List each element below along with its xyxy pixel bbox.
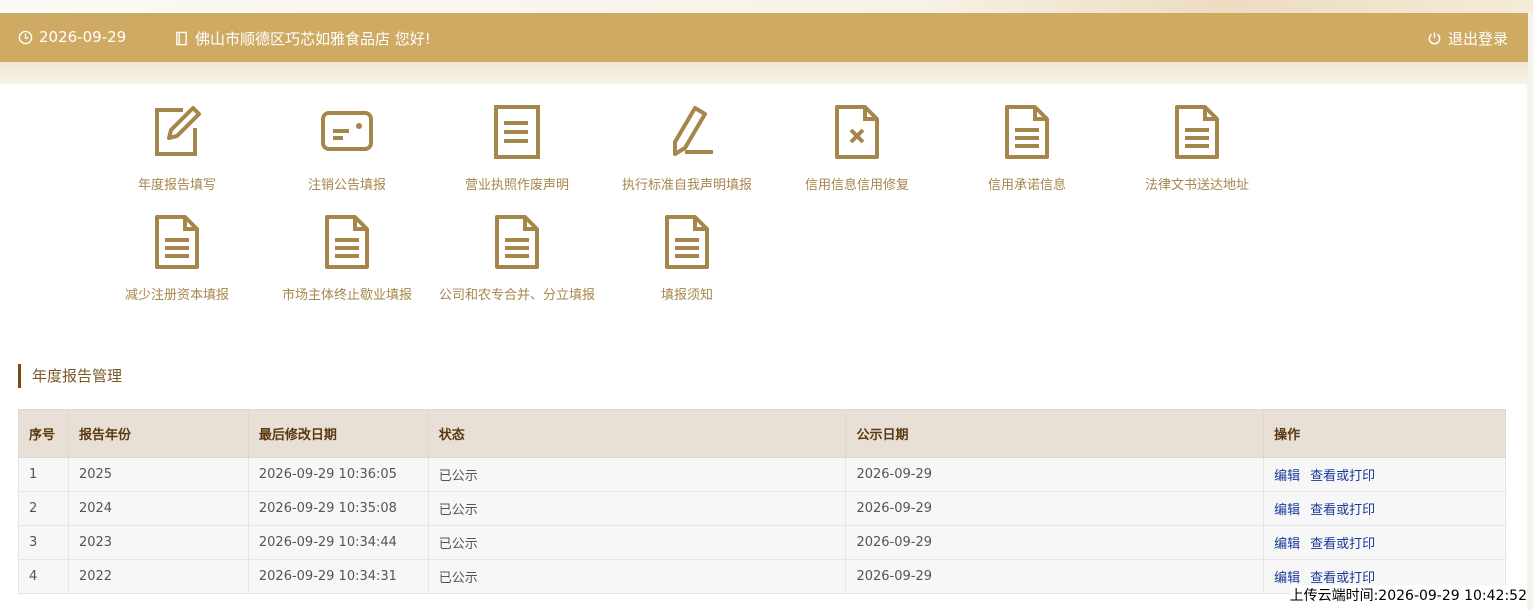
edit-link[interactable]: 编辑 [1274, 469, 1300, 484]
cell-index: 2 [18, 491, 69, 526]
cell-actions: 编辑 查看或打印 [1263, 491, 1506, 526]
view-print-link[interactable]: 查看或打印 [1310, 571, 1375, 586]
cell-status: 已公示 [427, 491, 847, 526]
header-greeting: 佛山市顺德区巧芯如雅食品店 您好! [174, 28, 431, 49]
view-print-link[interactable]: 查看或打印 [1310, 469, 1375, 484]
cell-year: 2022 [67, 559, 249, 594]
col-header-actions: 操作 [1263, 409, 1506, 458]
tile-label: 信用承诺信息 [987, 178, 1066, 193]
main-panel: 年度报告填写 注销公告填报 营业执照作废声明 执行标准自我声明填报 信用信息信用… [0, 84, 1527, 610]
document-icon [489, 214, 545, 270]
tile-label: 执行标准自我声明填报 [621, 178, 752, 193]
cell-modified: 2026-09-29 10:34:44 [247, 525, 429, 560]
tile-label: 填报须知 [660, 288, 713, 303]
tile-termination[interactable]: 市场主体终止歇业填报 [262, 214, 432, 314]
document-icon [149, 214, 205, 270]
cell-publish-date: 2026-09-29 [845, 457, 1265, 492]
cell-modified: 2026-09-29 10:36:05 [247, 457, 429, 492]
tile-label: 营业执照作废声明 [464, 178, 569, 193]
tile-label: 市场主体终止歇业填报 [281, 288, 412, 303]
top-decoration [0, 0, 1533, 13]
clock-icon [18, 30, 33, 44]
cell-actions: 编辑 查看或打印 [1263, 457, 1506, 492]
table-header-row: 序号 报告年份 最后修改日期 状态 公示日期 操作 [18, 409, 1506, 458]
greeting-text: 佛山市顺德区巧芯如雅食品店 您好! [195, 30, 431, 48]
cell-year: 2023 [67, 525, 249, 560]
header-shadow-band [0, 62, 1528, 84]
header-date: 2026-09-29 [18, 28, 126, 46]
power-icon [1428, 32, 1441, 45]
top-header: 2026-09-29 佛山市顺德区巧芯如雅食品店 您好! 退出登录 [0, 13, 1528, 62]
col-header-year: 报告年份 [67, 409, 249, 458]
tile-label: 减少注册资本填报 [124, 288, 229, 303]
cell-modified: 2026-09-29 10:35:08 [247, 491, 429, 526]
document-icon [999, 104, 1055, 160]
col-header-index: 序号 [18, 409, 69, 458]
tile-credit-commitment[interactable]: 信用承诺信息 [942, 104, 1112, 204]
annual-report-table: 序号 报告年份 最后修改日期 状态 公示日期 操作 1 2025 2026-09… [18, 409, 1506, 594]
table-row: 2 2024 2026-09-29 10:35:08 已公示 2026-09-2… [18, 491, 1506, 526]
cell-status: 已公示 [427, 559, 847, 594]
tile-cancel-announcement[interactable]: 注销公告填报 [262, 104, 432, 204]
table-row: 1 2025 2026-09-29 10:36:05 已公示 2026-09-2… [18, 457, 1506, 492]
view-print-link[interactable]: 查看或打印 [1310, 503, 1375, 518]
tile-standard-declaration[interactable]: 执行标准自我声明填报 [602, 104, 772, 204]
cell-actions: 编辑 查看或打印 [1263, 525, 1506, 560]
tile-label: 年度报告填写 [137, 178, 216, 193]
cell-publish-date: 2026-09-29 [845, 559, 1265, 594]
cell-status: 已公示 [427, 457, 847, 492]
tile-merger-split[interactable]: 公司和农专合并、分立填报 [432, 214, 602, 314]
id-card-icon [319, 104, 375, 160]
tile-reduce-capital[interactable]: 减少注册资本填报 [92, 214, 262, 314]
section-title: 年度报告管理 [18, 364, 122, 388]
col-header-modified: 最后修改日期 [247, 409, 429, 458]
col-header-publish-date: 公示日期 [845, 409, 1265, 458]
date-text: 2026-09-29 [39, 28, 127, 46]
cell-index: 3 [18, 525, 69, 560]
col-header-status: 状态 [427, 409, 847, 458]
tile-annual-report[interactable]: 年度报告填写 [92, 104, 262, 204]
edit-link[interactable]: 编辑 [1274, 503, 1300, 518]
tile-label: 信用信息信用修复 [804, 178, 909, 193]
tile-label: 法律文书送达地址 [1144, 178, 1249, 193]
document-x-icon [829, 104, 885, 160]
book-icon [176, 31, 187, 46]
view-print-link[interactable]: 查看或打印 [1310, 537, 1375, 552]
tile-label: 公司和农专合并、分立填报 [438, 288, 595, 303]
document-icon [659, 214, 715, 270]
document-icon [319, 214, 375, 270]
cell-year: 2025 [67, 457, 249, 492]
cell-modified: 2026-09-29 10:34:31 [247, 559, 429, 594]
tile-legal-address[interactable]: 法律文书送达地址 [1112, 104, 1282, 204]
cell-index: 4 [18, 559, 69, 594]
table-row: 4 2022 2026-09-29 10:34:31 已公示 2026-09-2… [18, 559, 1506, 594]
edit-icon [149, 104, 205, 160]
edit-link[interactable]: 编辑 [1274, 537, 1300, 552]
logout-button[interactable]: 退出登录 [1427, 28, 1508, 49]
tile-license-void[interactable]: 营业执照作废声明 [432, 104, 602, 204]
pencil-icon [659, 104, 715, 160]
cell-status: 已公示 [427, 525, 847, 560]
tile-instructions[interactable]: 填报须知 [602, 214, 772, 314]
edit-link[interactable]: 编辑 [1274, 571, 1300, 586]
tile-credit-repair[interactable]: 信用信息信用修复 [772, 104, 942, 204]
cell-publish-date: 2026-09-29 [845, 491, 1265, 526]
tile-label: 注销公告填报 [307, 178, 386, 193]
upload-timestamp: 上传云端时间:2026-09-29 10:42:52 [1289, 585, 1527, 605]
cell-publish-date: 2026-09-29 [845, 525, 1265, 560]
document-icon [1169, 104, 1225, 160]
document-icon [489, 104, 545, 160]
cell-index: 1 [18, 457, 69, 492]
cell-year: 2024 [67, 491, 249, 526]
table-row: 3 2023 2026-09-29 10:34:44 已公示 2026-09-2… [18, 525, 1506, 560]
logout-label: 退出登录 [1447, 30, 1508, 48]
